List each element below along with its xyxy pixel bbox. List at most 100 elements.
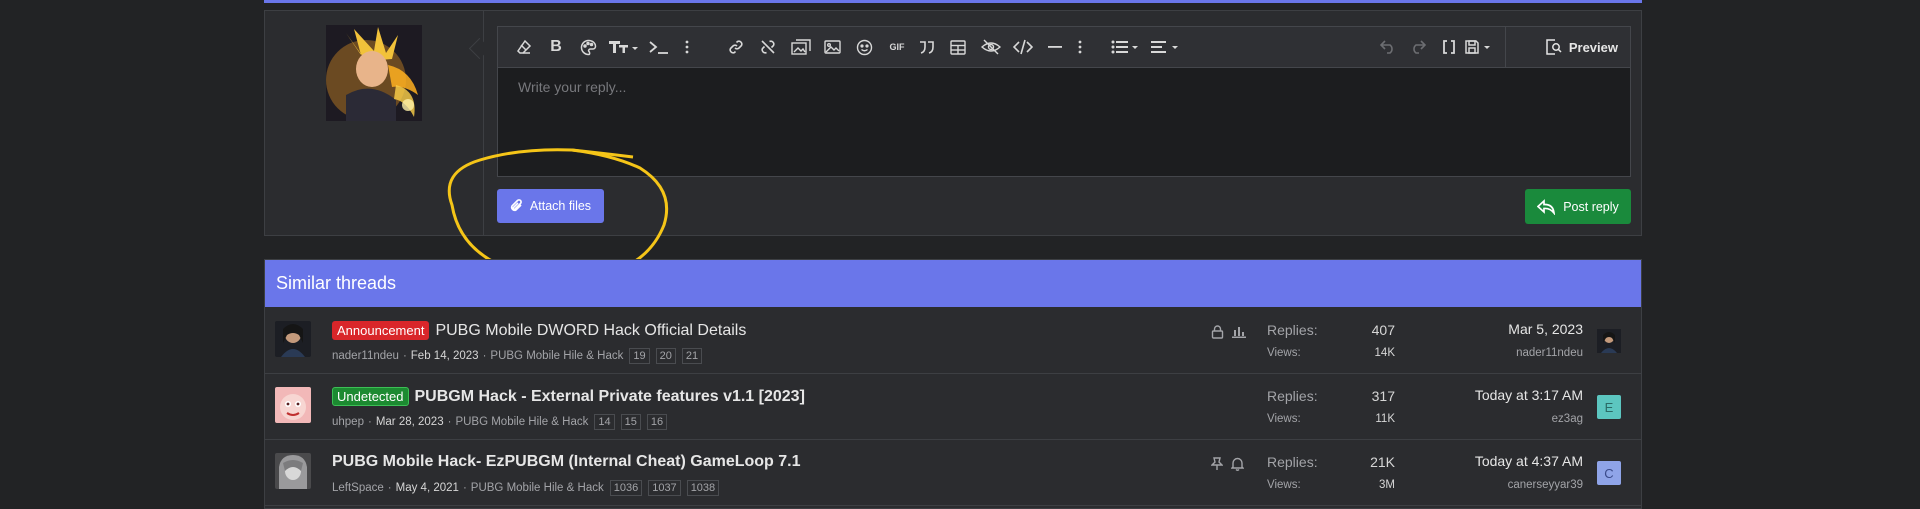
palette-icon[interactable]: [578, 36, 598, 58]
thread-author[interactable]: nader11ndeu: [332, 350, 399, 362]
thread-author-avatar[interactable]: [275, 321, 311, 357]
views-count: 14K: [1374, 347, 1395, 359]
preview-button[interactable]: Preview: [1545, 36, 1618, 58]
page-link[interactable]: 1037: [648, 480, 681, 496]
page-link[interactable]: 16: [646, 414, 668, 430]
undo-icon[interactable]: [1378, 36, 1398, 58]
page-link[interactable]: 1036: [609, 480, 643, 496]
thread-status-icons: [1210, 457, 1245, 476]
thread-author[interactable]: uhpep: [332, 416, 364, 428]
table-icon[interactable]: [948, 36, 968, 58]
views-label: Views:: [1267, 413, 1301, 425]
editor-toolbar: B GIF Preview: [498, 27, 1630, 68]
attach-files-label: Attach files: [529, 199, 592, 213]
last-poster-avatar[interactable]: C: [1597, 461, 1621, 485]
thread-title[interactable]: PUBG Mobile DWORD Hack Official Details: [435, 322, 746, 340]
thread-row[interactable]: PUBG Mobile Hack- EzPUBGM (Internal Chea…: [265, 440, 1641, 506]
last-poster-avatar[interactable]: [1597, 329, 1621, 353]
thread-meta: LeftSpace · May 4, 2021 · PUBG Mobile Hi…: [332, 480, 720, 496]
views-count: 11K: [1375, 413, 1395, 425]
gif-icon[interactable]: GIF: [886, 36, 908, 58]
thread-forum[interactable]: PUBG Mobile Hile & Hack: [490, 350, 623, 362]
list-icon[interactable]: [1110, 36, 1140, 58]
reply-avatar-column: [265, 11, 484, 235]
drafts-icon[interactable]: [1464, 36, 1494, 58]
more-vertical-icon[interactable]: [1075, 36, 1085, 58]
page-link[interactable]: 1038: [686, 480, 720, 496]
page-link[interactable]: 20: [655, 348, 676, 364]
thread-title-line: PUBG Mobile Hack- EzPUBGM (Internal Chea…: [332, 453, 801, 471]
last-post-date[interactable]: Today at 4:37 AM: [1475, 453, 1583, 469]
thread-title-line: Announcement PUBG Mobile DWORD Hack Offi…: [332, 321, 746, 340]
thread-title-line: Undetected PUBGM Hack - External Private…: [332, 387, 805, 406]
bold-icon[interactable]: B: [547, 36, 565, 58]
lock-icon: [1211, 325, 1224, 344]
last-poster[interactable]: ez3ag: [1552, 413, 1583, 425]
replies-count: 407: [1371, 322, 1395, 338]
redo-icon[interactable]: [1408, 36, 1428, 58]
thread-forum[interactable]: PUBG Mobile Hile & Hack: [471, 482, 604, 494]
align-icon[interactable]: [1150, 36, 1180, 58]
replies-label: Replies:: [1267, 388, 1318, 404]
last-poster[interactable]: nader11ndeu: [1516, 347, 1583, 359]
replies-count: 317: [1371, 388, 1395, 404]
post-reply-label: Post reply: [1563, 199, 1619, 214]
reply-editor: B GIF Preview Write your reply...: [497, 26, 1631, 177]
quote-icon[interactable]: [916, 36, 938, 58]
post-reply-button[interactable]: Post reply: [1525, 189, 1631, 224]
thread-meta: nader11ndeu · Feb 14, 2023 · PUBG Mobile…: [332, 348, 703, 364]
last-post-date[interactable]: Mar 5, 2023: [1508, 321, 1583, 337]
replies-label: Replies:: [1267, 322, 1318, 338]
emoji-icon[interactable]: [854, 36, 874, 58]
thread-date[interactable]: May 4, 2021: [396, 482, 459, 494]
preview-label: Preview: [1568, 39, 1618, 55]
spoiler-icon[interactable]: [980, 36, 1002, 58]
last-poster-avatar[interactable]: E: [1597, 395, 1621, 419]
bbcode-icon[interactable]: [1440, 36, 1458, 58]
page-link[interactable]: 14: [594, 414, 615, 430]
eraser-icon[interactable]: [514, 36, 534, 58]
thread-meta: uhpep · Mar 28, 2023 · PUBG Mobile Hile …: [332, 414, 668, 430]
thread-author-avatar[interactable]: [275, 387, 311, 423]
reply-textarea[interactable]: Write your reply...: [518, 79, 626, 95]
toolbar-separator: [1505, 27, 1506, 67]
code-inline-icon[interactable]: [648, 36, 670, 58]
horizontal-line-icon[interactable]: [1046, 36, 1064, 58]
unlink-icon[interactable]: [758, 36, 778, 58]
image-icon[interactable]: [822, 36, 842, 58]
replies-label: Replies:: [1267, 454, 1318, 470]
thread-date[interactable]: Mar 28, 2023: [376, 416, 444, 428]
thread-row[interactable]: Undetected PUBGM Hack - External Private…: [265, 374, 1641, 440]
more-vertical-icon[interactable]: [682, 36, 692, 58]
similar-threads-heading: Similar threads: [265, 260, 1641, 307]
code-icon[interactable]: [1012, 36, 1034, 58]
reply-placeholder: Write your reply...: [518, 79, 627, 95]
thread-forum[interactable]: PUBG Mobile Hile & Hack: [455, 416, 588, 428]
page-link[interactable]: 21: [681, 348, 703, 364]
last-poster[interactable]: canerseyyar39: [1508, 479, 1583, 491]
page-link[interactable]: 15: [620, 414, 641, 430]
thread-prefix-label[interactable]: Undetected: [332, 387, 409, 406]
pin-icon: [1210, 457, 1224, 476]
gallery-icon[interactable]: [790, 36, 812, 58]
quick-reply: B GIF Preview Write your reply... Attach…: [264, 10, 1642, 236]
attach-files-button[interactable]: Attach files: [497, 189, 604, 223]
last-post-date[interactable]: Today at 3:17 AM: [1475, 387, 1583, 403]
thread-author[interactable]: LeftSpace: [332, 482, 384, 494]
views-label: Views:: [1267, 479, 1301, 491]
thread-title[interactable]: PUBG Mobile Hack- EzPUBGM (Internal Chea…: [332, 453, 801, 471]
top-accent-bar: [264, 0, 1642, 3]
thread-author-avatar[interactable]: [275, 453, 311, 489]
views-count: 3M: [1379, 479, 1395, 491]
page-link[interactable]: 19: [629, 348, 650, 364]
bell-icon: [1230, 457, 1245, 476]
thread-prefix-label[interactable]: Announcement: [332, 321, 430, 340]
thread-title[interactable]: PUBGM Hack - External Private features v…: [415, 388, 805, 406]
user-avatar[interactable]: [326, 25, 422, 121]
similar-threads: Similar threads Announcement PUBG Mobile…: [264, 259, 1642, 509]
font-size-icon[interactable]: [608, 36, 640, 58]
thread-row[interactable]: Announcement PUBG Mobile DWORD Hack Offi…: [265, 308, 1641, 374]
thread-date[interactable]: Feb 14, 2023: [411, 350, 479, 362]
link-icon[interactable]: [726, 36, 746, 58]
views-label: Views:: [1267, 347, 1301, 359]
